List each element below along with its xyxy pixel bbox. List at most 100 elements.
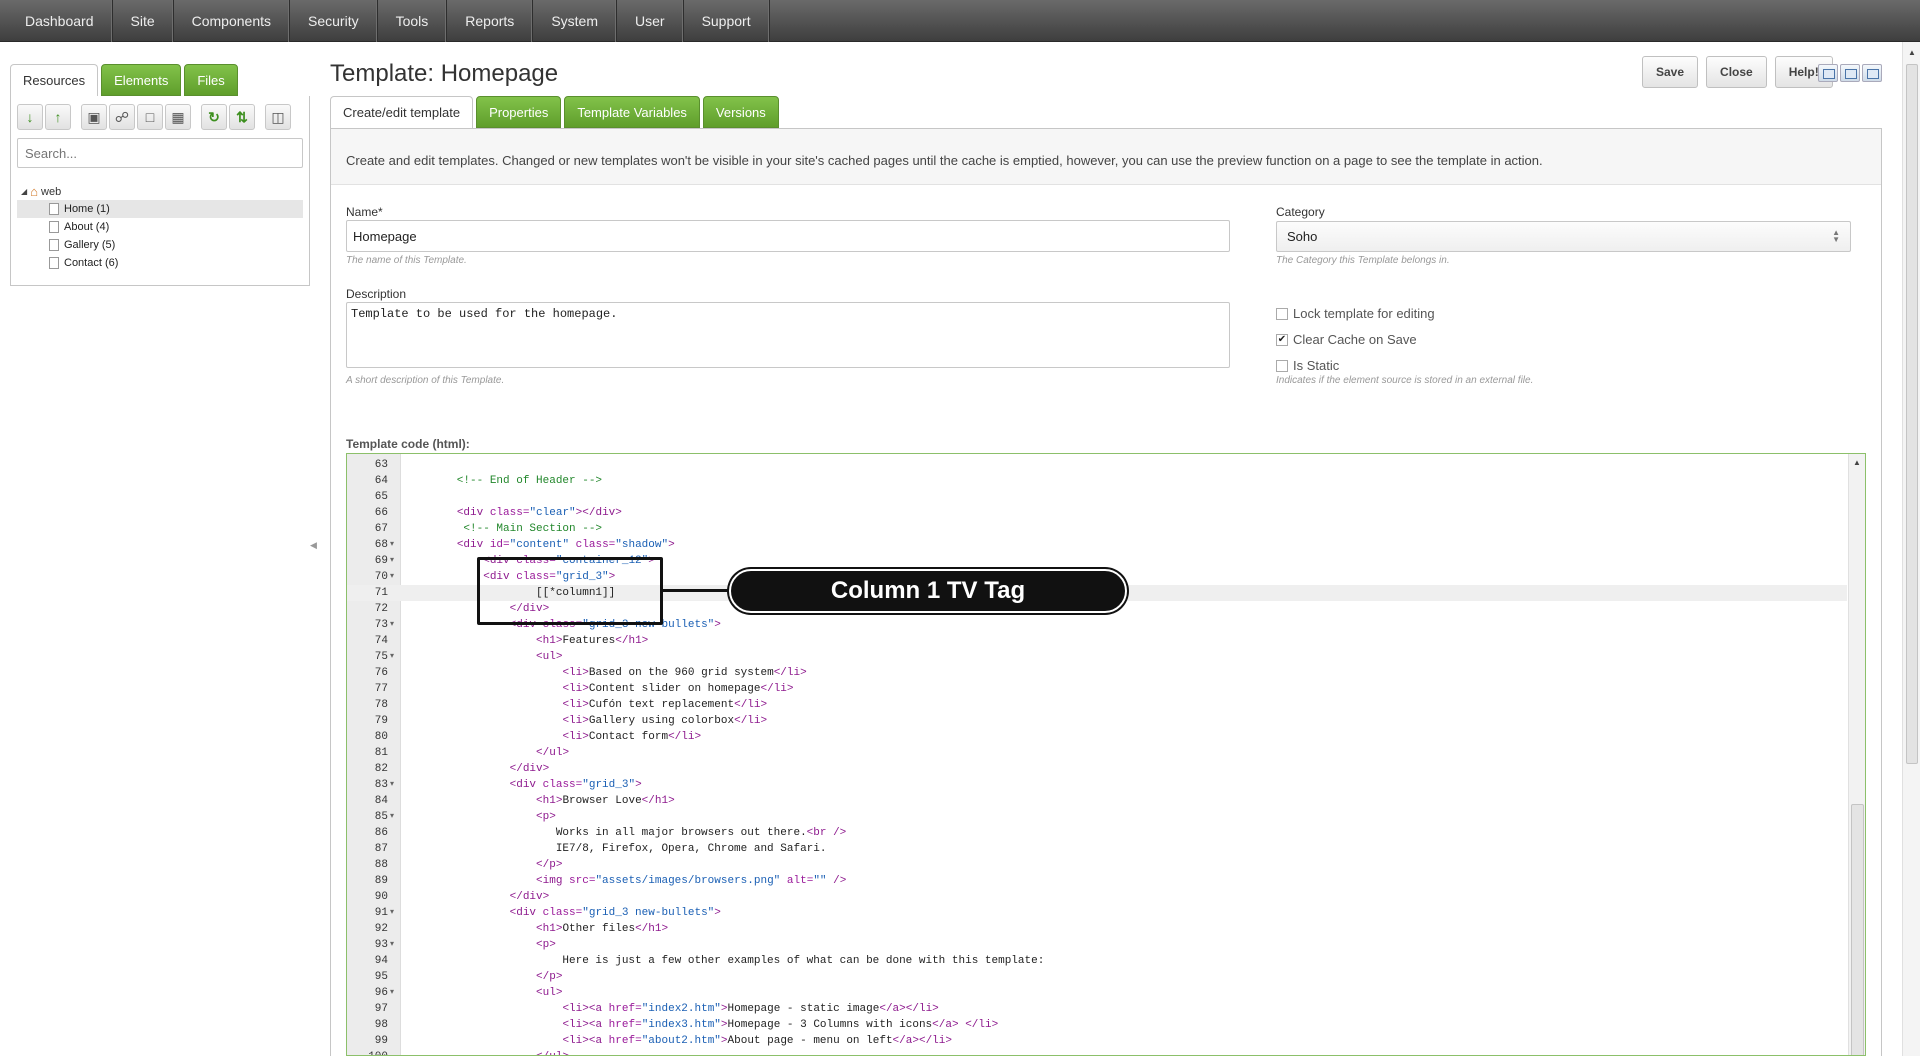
tree-toggle-icon[interactable]: ◢ (21, 184, 27, 200)
window-scrollbar[interactable]: ▲ (1902, 42, 1920, 1056)
new-document-icon[interactable]: □ (137, 104, 163, 130)
code-line[interactable]: 83 ▾ <div class="grid_3"> (347, 777, 1847, 793)
window-scrollbar-thumb[interactable] (1906, 64, 1918, 764)
category-select[interactable]: Soho ▲ ▼ (1276, 221, 1851, 252)
code-line[interactable]: 84 <h1>Browser Love</h1> (347, 793, 1847, 809)
code-line[interactable]: 63 (347, 457, 1847, 473)
code-line[interactable]: 100 </ul> (347, 1049, 1847, 1055)
tab-create-edit-template[interactable]: Create/edit template (330, 96, 474, 129)
code-line[interactable]: 89 <img src="assets/images/browsers.png"… (347, 873, 1847, 889)
nav-dashboard[interactable]: Dashboard (0, 0, 113, 42)
nav-components[interactable]: Components (174, 0, 291, 42)
code-line[interactable]: 79 <li>Gallery using colorbox</li> (347, 713, 1847, 729)
code-line[interactable]: 74 <h1>Features</h1> (347, 633, 1847, 649)
nav-reports[interactable]: Reports (447, 0, 534, 42)
scroll-up-icon[interactable]: ▲ (1853, 458, 1861, 467)
code-line[interactable]: 97 <li><a href="index2.htm">Homepage - s… (347, 1001, 1847, 1017)
code-line[interactable]: 96 ▾ <ul> (347, 985, 1847, 1001)
code-line[interactable]: 82 </div> (347, 761, 1847, 777)
nav-system[interactable]: System (533, 0, 617, 42)
editor-scrollbar-thumb[interactable] (1851, 804, 1864, 1055)
fold-toggle-icon[interactable]: ▾ (390, 809, 400, 825)
tab-resources[interactable]: Resources (10, 64, 99, 96)
nav-tools[interactable]: Tools (378, 0, 448, 42)
fold-toggle-icon[interactable]: ▾ (390, 537, 400, 553)
is-static-checkbox-row[interactable]: Is Static (1276, 358, 1339, 373)
lock-template-checkbox[interactable] (1276, 307, 1288, 320)
tree-root[interactable]: ◢ ⌂ web (17, 184, 303, 200)
collapse-left-panel-handle[interactable]: ◀ (310, 530, 317, 560)
code-line[interactable]: 94 Here is just a few other examples of … (347, 953, 1847, 969)
code-line[interactable]: 92 <h1>Other files</h1> (347, 921, 1847, 937)
tree-node-contact[interactable]: Contact (6) (17, 254, 303, 272)
fold-toggle-icon[interactable]: ▾ (390, 617, 400, 633)
scroll-up-icon[interactable]: ▲ (1908, 48, 1916, 57)
tab-elements[interactable]: Elements (101, 64, 182, 96)
clear-cache-label: Clear Cache on Save (1293, 332, 1417, 347)
template-code-editor[interactable]: 63 64 <!-- End of Header --> 65 66 <div cla… (346, 453, 1866, 1056)
description-input[interactable]: Template to be used for the homepage. (346, 302, 1230, 368)
refresh-icon[interactable]: ↻ (201, 104, 227, 130)
code-line[interactable]: 87 IE7/8, Firefox, Opera, Chrome and Saf… (347, 841, 1847, 857)
code-line[interactable]: 76 <li>Based on the 960 grid system</li> (347, 665, 1847, 681)
code-line[interactable]: 78 <li>Cufón text replacement</li> (347, 697, 1847, 713)
tree-node-home[interactable]: Home (1) (17, 200, 303, 218)
arrow-down-icon[interactable]: ↓ (17, 104, 43, 130)
layout-left-icon[interactable] (1818, 64, 1838, 82)
tab-properties[interactable]: Properties (476, 96, 562, 128)
tree-node-about[interactable]: About (4) (17, 218, 303, 236)
nav-user[interactable]: User (617, 0, 684, 42)
code-line[interactable]: 66 <div class="clear"></div> (347, 505, 1847, 521)
layout-full-icon[interactable] (1862, 64, 1882, 82)
fold-toggle-icon[interactable]: ▾ (390, 937, 400, 953)
close-button[interactable]: Close (1706, 56, 1767, 88)
fold-toggle-icon[interactable]: ▾ (390, 569, 400, 585)
code-line[interactable]: 80 <li>Contact form</li> (347, 729, 1847, 745)
code-line[interactable]: 77 <li>Content slider on homepage</li> (347, 681, 1847, 697)
tab-files[interactable]: Files (184, 64, 238, 96)
code-line[interactable]: 88 </p> (347, 857, 1847, 873)
layout-switcher (1818, 64, 1882, 82)
code-line[interactable]: 90 </div> (347, 889, 1847, 905)
code-text: Here is just a few other examples of wha… (404, 955, 1045, 967)
code-line[interactable]: 91 ▾ <div class="grid_3 new-bullets"> (347, 905, 1847, 921)
tab-template-variables[interactable]: Template Variables (564, 96, 700, 128)
name-input[interactable] (346, 220, 1230, 252)
code-line[interactable]: 95 </p> (347, 969, 1847, 985)
arrow-up-icon[interactable]: ↑ (45, 104, 71, 130)
layout-center-icon[interactable] (1840, 64, 1860, 82)
is-static-checkbox[interactable] (1276, 359, 1288, 372)
new-folder-icon[interactable]: ▣ (81, 104, 107, 130)
editor-scrollbar[interactable]: ▲ (1848, 454, 1865, 1055)
fold-toggle-icon[interactable]: ▾ (390, 649, 400, 665)
code-line[interactable]: 67 <!-- Main Section --> (347, 521, 1847, 537)
code-line[interactable]: 65 (347, 489, 1847, 505)
code-line[interactable]: 81 </ul> (347, 745, 1847, 761)
code-line[interactable]: 86 Works in all major browsers out there… (347, 825, 1847, 841)
tree-search-input[interactable] (17, 138, 303, 168)
save-button[interactable]: Save (1642, 56, 1699, 88)
clear-cache-checkbox-row[interactable]: ✔ Clear Cache on Save (1276, 332, 1417, 347)
code-line[interactable]: 98 <li><a href="index3.htm">Homepage - 3… (347, 1017, 1847, 1033)
code-line[interactable]: 68 ▾ <div id="content" class="shadow"> (347, 537, 1847, 553)
fold-toggle-icon[interactable]: ▾ (390, 905, 400, 921)
clear-cache-checkbox[interactable]: ✔ (1276, 333, 1288, 346)
code-line[interactable]: 85 ▾ <p> (347, 809, 1847, 825)
code-line[interactable]: 64 <!-- End of Header --> (347, 473, 1847, 489)
code-line[interactable]: 99 <li><a href="about2.htm">About page -… (347, 1033, 1847, 1049)
code-line[interactable]: 93 ▾ <p> (347, 937, 1847, 953)
new-static-icon[interactable]: ▦ (165, 104, 191, 130)
new-weblink-icon[interactable]: ☍ (109, 104, 135, 130)
tab-versions[interactable]: Versions (702, 96, 779, 128)
sort-icon[interactable]: ⇅ (229, 104, 255, 130)
fold-toggle-icon[interactable]: ▾ (390, 985, 400, 1001)
code-line[interactable]: 75 ▾ <ul> (347, 649, 1847, 665)
fold-toggle-icon[interactable]: ▾ (390, 777, 400, 793)
nav-security[interactable]: Security (290, 0, 378, 42)
nav-support[interactable]: Support (684, 0, 770, 42)
trash-icon[interactable]: ◫ (265, 104, 291, 130)
lock-template-checkbox-row[interactable]: Lock template for editing (1276, 306, 1435, 321)
nav-site[interactable]: Site (113, 0, 174, 42)
fold-toggle-icon[interactable]: ▾ (390, 553, 400, 569)
tree-node-gallery[interactable]: Gallery (5) (17, 236, 303, 254)
